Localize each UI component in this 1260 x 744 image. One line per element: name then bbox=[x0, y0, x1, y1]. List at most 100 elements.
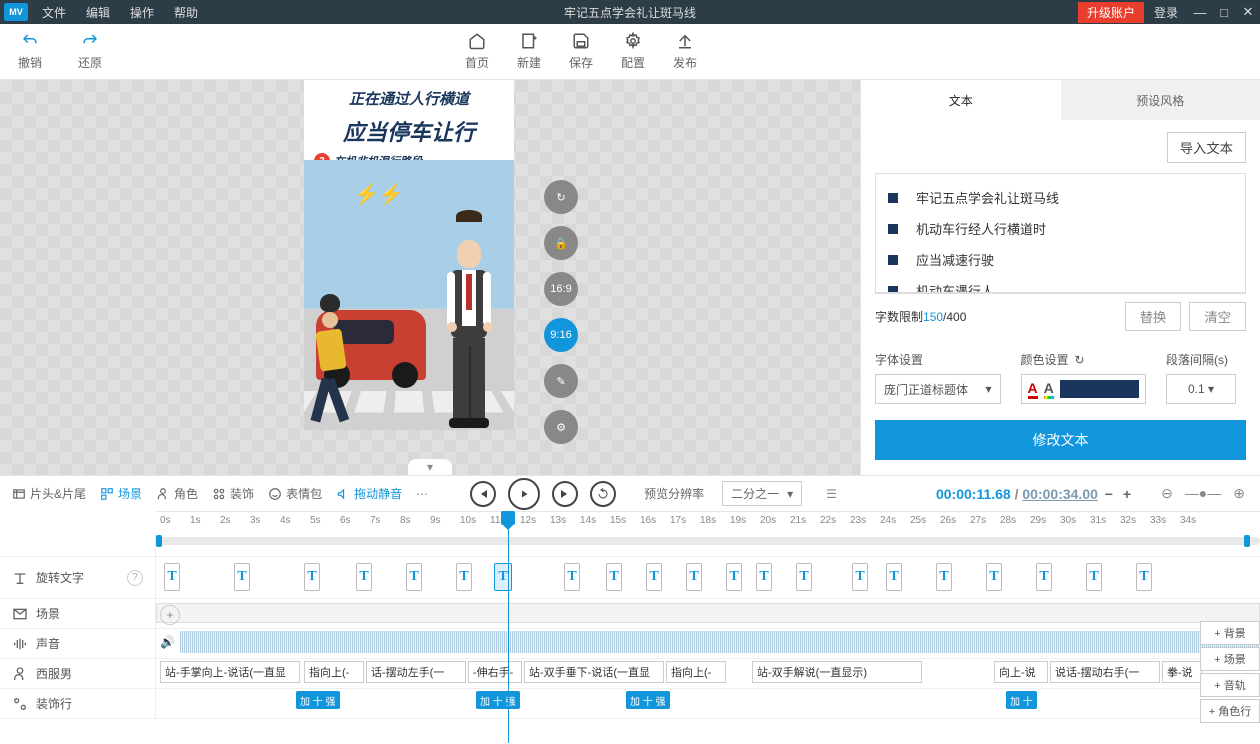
text-clip[interactable]: T bbox=[606, 563, 622, 591]
action-clip[interactable]: 话-摆动左手(一 bbox=[366, 661, 466, 683]
menu-edit[interactable]: 编辑 bbox=[76, 4, 120, 21]
text-clip[interactable]: T bbox=[1086, 563, 1102, 591]
text-clip[interactable]: T bbox=[852, 563, 868, 591]
config-button[interactable]: 配置 bbox=[621, 32, 645, 71]
undo-button[interactable]: 撤销 bbox=[18, 32, 42, 71]
canvas[interactable]: 正在通过人行横道 应当停车让行 3 在机非机混行路段 ⚡⚡ bbox=[304, 80, 514, 475]
layers-icon[interactable]: ☰ bbox=[826, 487, 837, 501]
add-scene-button[interactable]: + bbox=[160, 605, 180, 625]
action-clip[interactable]: 指向上(- bbox=[304, 661, 364, 683]
time-ruler[interactable]: 0s1s2s3s4s5s6s7s8s9s10s11s12s13s14s15s16… bbox=[156, 511, 1260, 533]
menu-file[interactable]: 文件 bbox=[32, 4, 76, 21]
time-plus[interactable]: + bbox=[1120, 486, 1134, 502]
add-scene-button2[interactable]: + 场景 bbox=[1200, 647, 1260, 671]
text-clip[interactable]: T bbox=[986, 563, 1002, 591]
text-clip[interactable]: T bbox=[756, 563, 772, 591]
action-clip[interactable]: 说话-摆动右手(一 bbox=[1050, 661, 1160, 683]
action-clip[interactable]: 向上-说 bbox=[994, 661, 1048, 683]
time-total[interactable]: 00:00:34.00 bbox=[1022, 486, 1098, 502]
text-clip[interactable]: T bbox=[456, 563, 472, 591]
menu-help[interactable]: 帮助 bbox=[164, 4, 208, 21]
time-minus[interactable]: − bbox=[1102, 486, 1116, 502]
collapse-toggle[interactable]: ▾ bbox=[408, 459, 452, 475]
th-deco[interactable]: 装饰 bbox=[212, 485, 254, 502]
text-clip[interactable]: T bbox=[164, 563, 180, 591]
publish-button[interactable]: 发布 bbox=[673, 32, 697, 71]
text-clip[interactable]: T bbox=[564, 563, 580, 591]
color-select[interactable]: AA bbox=[1021, 374, 1147, 404]
deco-chip[interactable]: 加 十 bbox=[1006, 691, 1037, 709]
text-clip[interactable]: T bbox=[886, 563, 902, 591]
settings-tool[interactable]: ⚙ bbox=[544, 410, 578, 444]
minimize-button[interactable]: — bbox=[1188, 5, 1212, 20]
menu-action[interactable]: 操作 bbox=[120, 4, 164, 21]
th-scene[interactable]: 场景 bbox=[100, 485, 142, 502]
text-clip[interactable]: T bbox=[686, 563, 702, 591]
tab-text[interactable]: 文本 bbox=[861, 80, 1061, 120]
help-icon[interactable]: ? bbox=[127, 570, 143, 586]
th-role[interactable]: 角色 bbox=[156, 485, 198, 502]
preview-select[interactable]: 二分之一▾ bbox=[722, 481, 802, 506]
add-bg-button[interactable]: + 背景 bbox=[1200, 621, 1260, 645]
new-button[interactable]: 新建 bbox=[517, 32, 541, 71]
replace-button[interactable]: 替换 bbox=[1125, 302, 1182, 331]
action-clip[interactable]: 指向上(- bbox=[666, 661, 726, 683]
aspect-916[interactable]: 9:16 bbox=[544, 318, 578, 352]
text-clip[interactable]: T bbox=[796, 563, 812, 591]
text-clip[interactable]: T bbox=[234, 563, 250, 591]
more-icon[interactable]: ⋯ bbox=[416, 487, 428, 501]
next-button[interactable] bbox=[552, 481, 578, 507]
maximize-button[interactable]: □ bbox=[1212, 5, 1236, 20]
tab-preset[interactable]: 预设风格 bbox=[1061, 80, 1260, 120]
line-item[interactable]: 机动车遇行人 bbox=[888, 275, 1233, 293]
aspect-169[interactable]: 16:9 bbox=[544, 272, 578, 306]
text-line-list[interactable]: 牢记五点学会礼让斑马线 机动车行经人行横道时 应当减速行驶 机动车遇行人 bbox=[875, 173, 1246, 293]
login-button[interactable]: 登录 bbox=[1144, 4, 1188, 21]
lock-tool[interactable]: 🔒 bbox=[544, 226, 578, 260]
color-swatch[interactable] bbox=[1060, 380, 1139, 398]
save-button[interactable]: 保存 bbox=[569, 32, 593, 71]
playhead[interactable] bbox=[508, 511, 509, 743]
play-button[interactable] bbox=[508, 478, 540, 510]
para-interval-input[interactable]: 0.1 ▾ bbox=[1166, 374, 1236, 404]
text-clip[interactable]: T bbox=[356, 563, 372, 591]
line-item[interactable]: 牢记五点学会礼让斑马线 bbox=[888, 182, 1233, 213]
th-drag-mute[interactable]: 拖动静音 bbox=[336, 485, 402, 502]
refresh-icon[interactable]: ↻ bbox=[1075, 353, 1085, 367]
add-audio-button[interactable]: + 音轨 bbox=[1200, 673, 1260, 697]
add-role-button[interactable]: + 角色行 bbox=[1200, 699, 1260, 723]
line-item[interactable]: 机动车行经人行横道时 bbox=[888, 213, 1233, 244]
font-select[interactable]: 庞门正道标题体▾ bbox=[875, 374, 1001, 404]
text-clip[interactable]: T bbox=[406, 563, 422, 591]
text-clip[interactable]: T bbox=[936, 563, 952, 591]
speaker-icon[interactable]: 🔊 bbox=[160, 635, 175, 649]
zoom-in-icon[interactable]: ⊕ bbox=[1230, 485, 1248, 502]
action-clip[interactable]: -伸右手- bbox=[468, 661, 522, 683]
zoom-out-icon[interactable]: ⊖ bbox=[1158, 485, 1176, 502]
action-clip[interactable]: 站-手掌向上-说话(一直显 bbox=[160, 661, 300, 683]
text-clip[interactable]: T bbox=[494, 563, 512, 591]
zoom-slider[interactable]: —●— bbox=[1182, 485, 1224, 502]
redo-button[interactable]: 还原 bbox=[78, 32, 102, 71]
text-clip[interactable]: T bbox=[304, 563, 320, 591]
rotate-tool[interactable]: ↻ bbox=[544, 180, 578, 214]
clear-button[interactable]: 清空 bbox=[1189, 302, 1246, 331]
close-button[interactable]: ✕ bbox=[1236, 4, 1260, 20]
edit-tool[interactable]: ✎ bbox=[544, 364, 578, 398]
home-button[interactable]: 首页 bbox=[465, 32, 489, 71]
deco-chip[interactable]: 加 十 强 bbox=[476, 691, 520, 709]
th-head-tail[interactable]: 片头&片尾 bbox=[12, 485, 86, 502]
line-item[interactable]: 应当减速行驶 bbox=[888, 244, 1233, 275]
modify-text-button[interactable]: 修改文本 bbox=[875, 420, 1246, 460]
text-clip[interactable]: T bbox=[1136, 563, 1152, 591]
text-clip[interactable]: T bbox=[726, 563, 742, 591]
loop-button[interactable] bbox=[590, 481, 616, 507]
action-clip[interactable]: 拳-说 bbox=[1162, 661, 1202, 683]
deco-chip[interactable]: 加 十 强 bbox=[296, 691, 340, 709]
action-clip[interactable]: 站-双手解说(一直显示) bbox=[752, 661, 922, 683]
deco-chip[interactable]: 加 十 强 bbox=[626, 691, 670, 709]
th-emoji[interactable]: 表情包 bbox=[268, 485, 322, 502]
prev-button[interactable] bbox=[470, 481, 496, 507]
text-clip[interactable]: T bbox=[1036, 563, 1052, 591]
upgrade-button[interactable]: 升级账户 bbox=[1078, 2, 1144, 23]
